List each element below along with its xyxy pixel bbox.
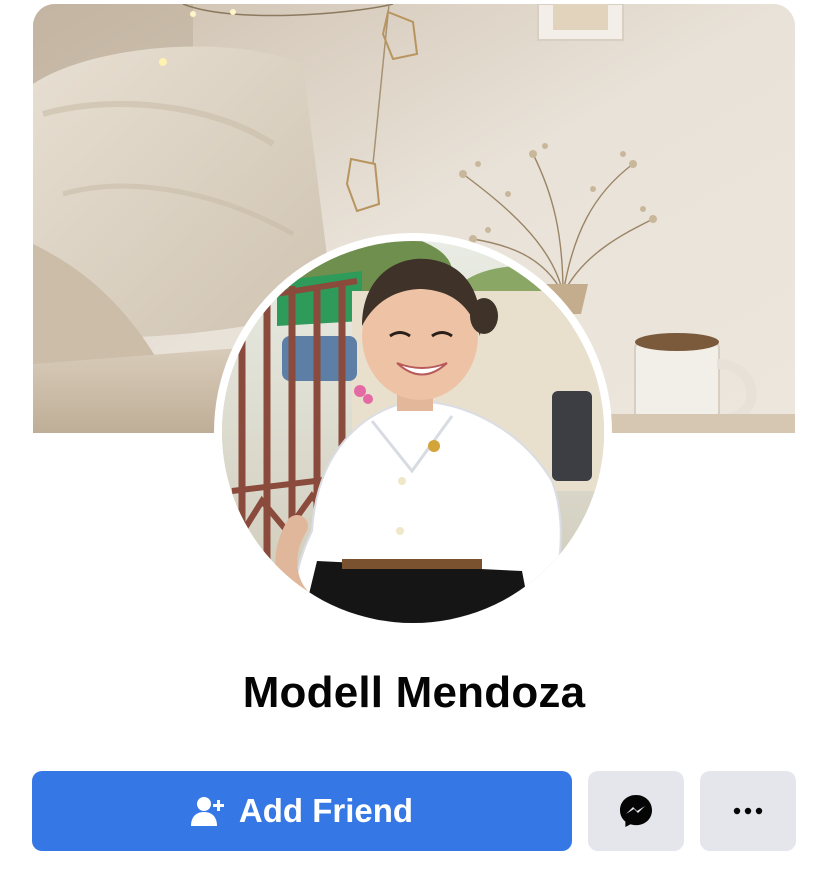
profile-action-bar: Add Friend [32,771,796,851]
add-friend-button[interactable]: Add Friend [32,771,572,851]
add-friend-label: Add Friend [238,792,414,829]
profile-picture-frame [214,233,612,631]
message-button[interactable] [588,771,684,851]
profile-name: Modell Mendoza [242,668,586,717]
add-friend-icon [190,794,225,828]
messenger-icon [618,793,654,829]
more-options-icon [733,807,763,815]
profile-picture[interactable] [222,241,604,623]
more-options-button[interactable] [700,771,796,851]
